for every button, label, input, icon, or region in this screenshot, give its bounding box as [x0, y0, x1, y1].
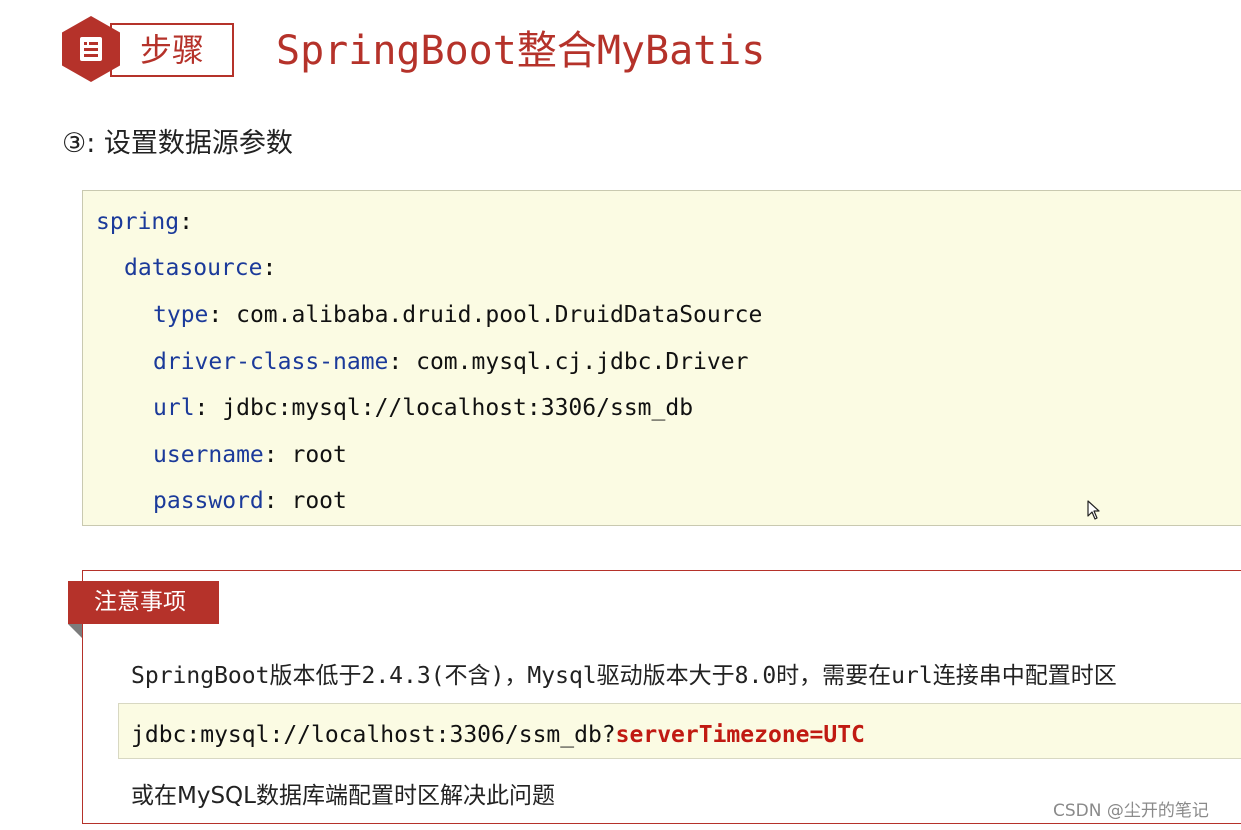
section-subtitle: ③: 设置数据源参数	[62, 128, 293, 159]
code-line: datasource:	[124, 255, 277, 281]
notice-tab-fold	[68, 624, 82, 638]
document-icon	[80, 37, 102, 61]
notice-text: SpringBoot版本低于2.4.3(不含)，Mysql驱动版本大于8.0时，…	[131, 663, 1117, 689]
code-line: username: root	[153, 442, 347, 468]
step-label: 步骤	[140, 31, 205, 69]
code-line: type: com.alibaba.druid.pool.DruidDataSo…	[153, 302, 763, 328]
timezone-param: serverTimezone=UTC	[615, 722, 865, 748]
code-line: spring:	[96, 209, 193, 235]
notice-solution-text: 或在MySQL数据库端配置时区解决此问题	[131, 783, 555, 809]
notice-code-line: jdbc:mysql://localhost:3306/ssm_db?serve…	[131, 722, 865, 748]
code-line: driver-class-name: com.mysql.cj.jdbc.Dri…	[153, 349, 749, 375]
page-title: SpringBoot整合MyBatis	[276, 28, 766, 74]
mouse-cursor-icon	[1087, 500, 1100, 520]
code-line: password: root	[153, 488, 347, 514]
code-line: url: jdbc:mysql://localhost:3306/ssm_db	[153, 395, 694, 421]
notice-tab-label: 注意事项	[94, 589, 186, 615]
watermark: CSDN @尘开的笔记	[1053, 801, 1209, 821]
